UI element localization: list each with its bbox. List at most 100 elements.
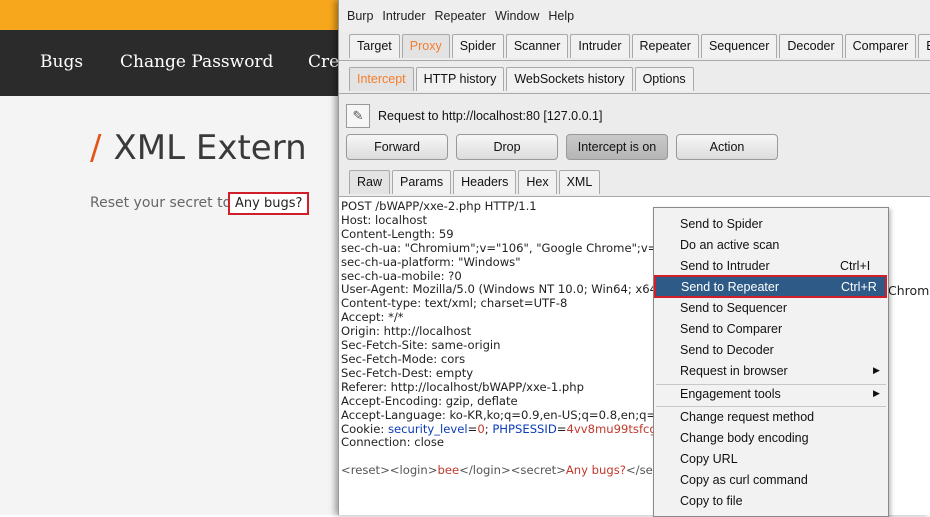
menu-item-label: Copy to file bbox=[680, 493, 743, 508]
request-line: Sec-Fetch-Mode: cors bbox=[341, 351, 466, 366]
tab-raw[interactable]: Raw bbox=[349, 170, 391, 194]
message-view-tabs: Raw Params Headers Hex XML bbox=[349, 170, 602, 194]
cookie-value-security-level: 0 bbox=[477, 421, 485, 436]
menu-item-label: Engagement tools bbox=[680, 386, 781, 401]
menu-item-label: Copy as curl command bbox=[680, 472, 808, 487]
request-target-text: Request to http://localhost:80 [127.0.0.… bbox=[378, 109, 603, 123]
request-line: Content-type: text/xml; charset=UTF-8 bbox=[341, 296, 568, 311]
request-target-row: ✎ Request to http://localhost:80 [127.0.… bbox=[346, 104, 602, 128]
request-line: Sec-Fetch-Site: same-origin bbox=[341, 338, 501, 353]
request-line: Origin: http://localhost bbox=[341, 324, 472, 339]
menu-item-label: Request in browser bbox=[680, 363, 788, 378]
xml-secret-open: <secret> bbox=[510, 463, 566, 478]
menu-burp[interactable]: Burp bbox=[347, 9, 373, 23]
tab-options[interactable]: Options bbox=[634, 67, 694, 91]
tab-decoder[interactable]: Decoder bbox=[779, 34, 843, 58]
menu-item-label: Change body encoding bbox=[680, 430, 809, 445]
cookie-line: Cookie: security_level=0; PHPSESSID=4vv8… bbox=[341, 421, 677, 436]
xml-body-line: <reset><login>bee</login><secret>Any bug… bbox=[341, 463, 685, 478]
tab-headers[interactable]: Headers bbox=[453, 170, 517, 194]
request-text[interactable]: POST /bWAPP/xxe-2.php HTTP/1.1 Host: loca… bbox=[341, 199, 685, 478]
request-line: Accept: */* bbox=[341, 310, 404, 325]
tab-hex[interactable]: Hex bbox=[518, 170, 557, 194]
tab-target[interactable]: Target bbox=[349, 34, 400, 58]
tab-extender[interactable]: Exte bbox=[918, 34, 930, 58]
menu-item-send-to-intruder[interactable]: Send to Intruder Ctrl+I bbox=[654, 255, 888, 276]
menu-item-label: Do an active scan bbox=[680, 237, 780, 252]
menu-item-shortcut: Ctrl+R bbox=[841, 279, 877, 294]
menu-item-engagement-tools[interactable]: Engagement tools ▶ bbox=[654, 383, 888, 404]
request-line: Sec-Fetch-Dest: empty bbox=[341, 365, 474, 380]
cookie-key-security-level: security_level bbox=[387, 421, 468, 436]
tab-websockets-history[interactable]: WebSockets history bbox=[506, 67, 633, 91]
nav-link-bugs[interactable]: Bugs bbox=[40, 52, 83, 72]
request-line: User-Agent: Mozilla/5.0 (Windows NT 10.0… bbox=[341, 282, 662, 297]
user-agent-overflow-text: Chrom bbox=[888, 283, 930, 298]
menu-item-shortcut: Ctrl+I bbox=[840, 258, 871, 273]
nav-link-change-password[interactable]: Change Password bbox=[120, 52, 273, 72]
menu-item-label: Copy URL bbox=[680, 451, 738, 466]
cookie-label: Cookie: bbox=[341, 421, 388, 436]
menu-repeater[interactable]: Repeater bbox=[435, 9, 486, 23]
menu-bar: Burp Intruder Repeater Window Help bbox=[339, 0, 930, 32]
tab-xml[interactable]: XML bbox=[558, 170, 601, 194]
main-tabs: Target Proxy Spider Scanner Intruder Rep… bbox=[349, 34, 930, 58]
tab-scanner[interactable]: Scanner bbox=[505, 34, 569, 58]
xml-login-value: bee bbox=[437, 463, 460, 478]
request-line: sec-ch-ua-platform: "Windows" bbox=[341, 254, 521, 269]
forward-button[interactable]: Forward bbox=[346, 134, 448, 160]
cookie-key-phpsessid: PHPSESSID bbox=[492, 421, 557, 436]
edit-pencil-icon[interactable]: ✎ bbox=[346, 104, 370, 128]
menu-item-label: Send to Comparer bbox=[680, 321, 783, 336]
menu-item-copy-as-curl[interactable]: Copy as curl command bbox=[654, 469, 888, 490]
xml-login-close: </login> bbox=[459, 463, 511, 478]
tab-sequencer[interactable]: Sequencer bbox=[700, 34, 778, 58]
menu-item-send-to-decoder[interactable]: Send to Decoder bbox=[654, 339, 888, 360]
menu-item-copy-to-file[interactable]: Copy to file bbox=[654, 490, 888, 511]
menu-item-label: Send to Decoder bbox=[680, 342, 774, 357]
request-line: Host: localhost bbox=[341, 212, 428, 227]
request-line: sec-ch-ua-mobile: ?0 bbox=[341, 268, 462, 283]
tab-params[interactable]: Params bbox=[392, 170, 452, 194]
request-line: Accept-Encoding: gzip, deflate bbox=[341, 393, 518, 408]
menu-item-label: Send to Spider bbox=[680, 216, 763, 231]
menu-item-copy-url[interactable]: Copy URL bbox=[654, 448, 888, 469]
menu-item-change-body-encoding[interactable]: Change body encoding bbox=[654, 427, 888, 448]
tab-spider[interactable]: Spider bbox=[451, 34, 504, 58]
request-line: sec-ch-ua: "Chromium";v="106", "Google C… bbox=[341, 240, 671, 255]
menu-item-label: Send to Sequencer bbox=[680, 300, 788, 315]
menu-item-request-in-browser[interactable]: Request in browser ▶ bbox=[654, 360, 888, 381]
reset-secret-value: Any bugs? bbox=[228, 192, 310, 215]
submenu-arrow-icon: ▶ bbox=[873, 388, 880, 398]
menu-item-active-scan[interactable]: Do an active scan bbox=[654, 234, 888, 255]
action-button[interactable]: Action bbox=[676, 134, 778, 160]
context-menu: Send to Spider Do an active scan Send to… bbox=[653, 207, 889, 517]
nav-link-create[interactable]: Cre bbox=[308, 52, 339, 72]
tab-intruder[interactable]: Intruder bbox=[570, 34, 630, 58]
title-slash: / bbox=[90, 128, 102, 168]
request-line: POST /bWAPP/xxe-2.php HTTP/1.1 bbox=[341, 199, 537, 213]
menu-item-change-request-method[interactable]: Change request method bbox=[654, 406, 888, 427]
tab-repeater[interactable]: Repeater bbox=[631, 34, 699, 58]
intercept-toggle-button[interactable]: Intercept is on bbox=[566, 134, 668, 160]
menu-item-send-to-sequencer[interactable]: Send to Sequencer bbox=[654, 297, 888, 318]
menu-window[interactable]: Window bbox=[495, 9, 539, 23]
menu-help[interactable]: Help bbox=[548, 9, 574, 23]
request-line: Referer: http://localhost/bWAPP/xxe-1.ph… bbox=[341, 379, 584, 394]
proxy-sub-tabs: Intercept HTTP history WebSockets histor… bbox=[349, 67, 696, 91]
xml-login-open: <login> bbox=[389, 463, 438, 478]
main-tabs-divider bbox=[339, 60, 930, 61]
menu-item-send-to-comparer[interactable]: Send to Comparer bbox=[654, 318, 888, 339]
tab-proxy[interactable]: Proxy bbox=[401, 34, 450, 58]
menu-item-label: Change request method bbox=[680, 409, 815, 424]
tab-intercept[interactable]: Intercept bbox=[349, 67, 414, 91]
submenu-arrow-icon: ▶ bbox=[873, 365, 880, 375]
tab-comparer[interactable]: Comparer bbox=[844, 34, 917, 58]
drop-button[interactable]: Drop bbox=[456, 134, 558, 160]
tab-http-history[interactable]: HTTP history bbox=[415, 67, 505, 91]
request-line: Connection: close bbox=[341, 435, 445, 450]
menu-item-send-to-spider[interactable]: Send to Spider bbox=[654, 213, 888, 234]
menu-item-send-to-repeater[interactable]: Send to Repeater Ctrl+R bbox=[654, 275, 887, 298]
request-line: Content-Length: 59 bbox=[341, 226, 454, 241]
menu-intruder[interactable]: Intruder bbox=[382, 9, 425, 23]
